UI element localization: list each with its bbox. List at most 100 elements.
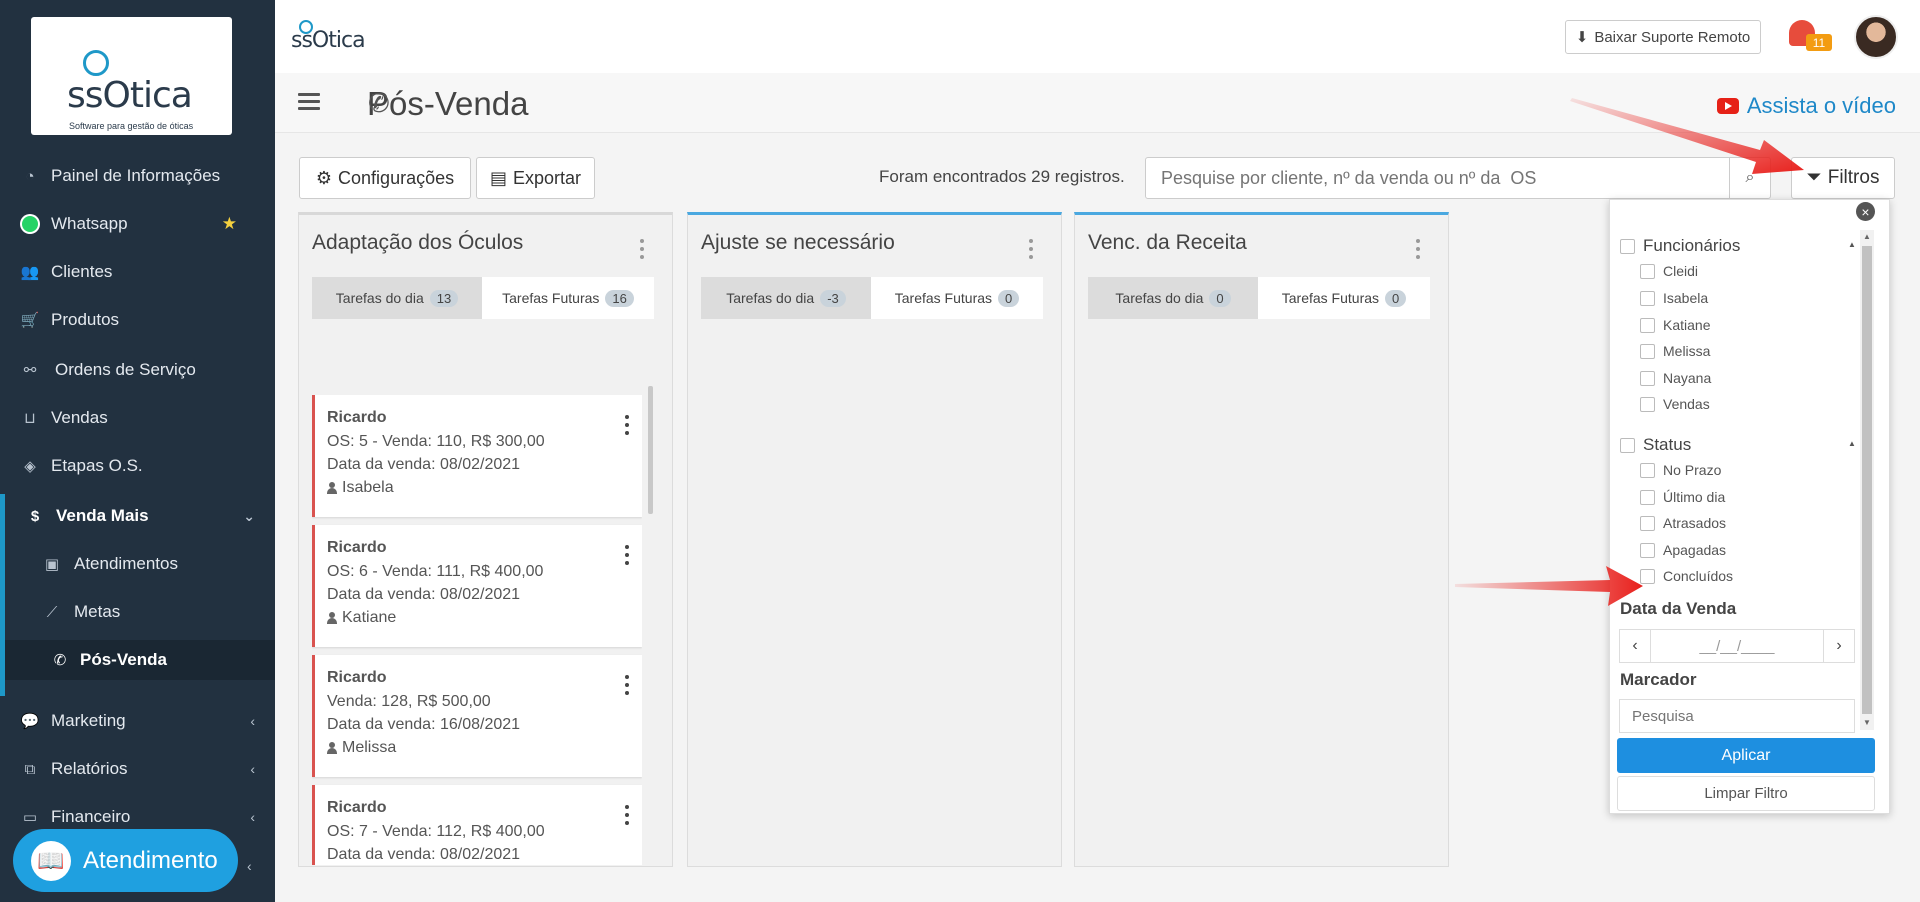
option-label: Apagadas [1663, 542, 1727, 558]
filter-option[interactable]: Apagadas [1640, 542, 1726, 558]
sidebar-item-metas[interactable]: ⟋ Metas [0, 592, 275, 632]
dollar-icon: $ [30, 507, 40, 525]
tab-tarefas-do-dia[interactable]: Tarefas do dia 0 [1088, 277, 1258, 319]
card-menu-icon[interactable] [624, 805, 630, 825]
sidebar-item-clientes[interactable]: 👥 Clientes [0, 252, 275, 292]
sidebar-item-marketing[interactable]: 💬 Marketing ‹ [0, 701, 275, 741]
filter-section-funcionarios[interactable]: Funcionários [1620, 236, 1740, 256]
checkbox[interactable] [1640, 290, 1655, 306]
filter-option[interactable]: Vendas [1640, 396, 1710, 412]
checkbox[interactable] [1640, 462, 1655, 478]
filter-option[interactable]: Katiane [1640, 317, 1710, 333]
filter-scrollbar[interactable]: ▲ ▼ [1860, 230, 1874, 730]
count-badge: 0 [1209, 289, 1231, 307]
sidebar-logo[interactable]: ssOtica Software para gestão de óticas [31, 17, 232, 135]
sidebar-item-painel[interactable]: ◔ Painel de Informações [0, 156, 275, 196]
search-button[interactable]: ⌕ [1729, 157, 1771, 199]
filter-option[interactable]: Cleidi [1640, 263, 1698, 279]
sidebar-item-whatsapp[interactable]: Whatsapp ★ [0, 204, 275, 244]
task-card[interactable]: Ricardo OS: 5 - Venda: 110, R$ 300,00 Da… [312, 395, 642, 517]
option-label: Isabela [1663, 290, 1709, 306]
chevron-right-icon[interactable]: › [1824, 630, 1854, 662]
sidebar-item-label: Relatórios [51, 759, 128, 778]
sidebar-item-ordens[interactable]: ⚯ Ordens de Serviço [0, 350, 275, 390]
checkbox[interactable] [1640, 396, 1655, 412]
sidebar-item-relatorios[interactable]: ⧉ Relatórios ‹ [0, 749, 275, 789]
sidebar-item-etapas[interactable]: ◈ Etapas O.S. [0, 446, 275, 486]
sidebar-item-produtos[interactable]: 🛒 Produtos [0, 300, 275, 340]
task-card[interactable]: Ricardo OS: 6 - Venda: 111, R$ 400,00 Da… [312, 525, 642, 647]
close-icon[interactable]: × [1856, 202, 1875, 221]
column-menu-icon[interactable] [639, 239, 645, 259]
tab-tarefas-do-dia[interactable]: Tarefas do dia 13 [312, 277, 482, 319]
suporte-remoto-button[interactable]: ⬇ Baixar Suporte Remoto [1565, 20, 1761, 54]
filter-option[interactable]: Concluídos [1640, 568, 1733, 584]
checkbox[interactable] [1620, 238, 1635, 254]
checkbox[interactable] [1640, 568, 1655, 584]
tab-tarefas-futuras[interactable]: Tarefas Futuras 16 [482, 277, 654, 319]
date-input[interactable]: __/__/____ [1650, 630, 1824, 662]
filter-section-status[interactable]: Status [1620, 435, 1691, 455]
topbar-logo[interactable]: ssOtica [291, 28, 366, 53]
checkbox[interactable] [1620, 437, 1635, 453]
filtros-button[interactable]: ⏷ Filtros [1791, 157, 1895, 199]
star-icon[interactable]: ★ [222, 214, 237, 234]
card-menu-icon[interactable] [624, 675, 630, 695]
card-sale-date: Data da venda: 08/02/2021 [327, 456, 521, 473]
users-icon: 👥 [20, 264, 40, 281]
checkbox[interactable] [1640, 370, 1655, 386]
scroll-up-icon[interactable]: ▲ [1863, 232, 1871, 241]
checkbox[interactable] [1640, 263, 1655, 279]
checkbox[interactable] [1640, 317, 1655, 333]
filter-option[interactable]: Isabela [1640, 290, 1708, 306]
card-menu-icon[interactable] [624, 415, 630, 435]
filter-option[interactable]: No Prazo [1640, 462, 1721, 478]
tab-tarefas-futuras[interactable]: Tarefas Futuras 0 [871, 277, 1043, 319]
sidebar-item-venda-mais[interactable]: $ Venda Mais ⌄ [0, 496, 275, 536]
cart-icon: 🛒 [20, 312, 40, 329]
watch-video-link[interactable]: Assista o vídeo [1716, 93, 1896, 119]
filter-option[interactable]: Atrasados [1640, 515, 1726, 531]
scroll-thumb[interactable] [1862, 246, 1872, 714]
checkbox[interactable] [1640, 343, 1655, 359]
caret-up-icon[interactable]: ▲ [1848, 240, 1856, 249]
option-label: Último dia [1663, 489, 1726, 505]
aplicar-button[interactable]: Aplicar [1617, 738, 1875, 773]
task-card[interactable]: Ricardo OS: 7 - Venda: 112, R$ 400,00 Da… [312, 785, 642, 865]
task-card[interactable]: Ricardo Venda: 128, R$ 500,00 Data da ve… [312, 655, 642, 777]
sidebar-item-atendimentos[interactable]: ▣ Atendimentos [0, 544, 275, 584]
sidebar-item-vendas[interactable]: ⊔ Vendas [0, 398, 275, 438]
atendimento-button[interactable]: 📖 Atendimento [13, 829, 238, 892]
checkbox[interactable] [1640, 489, 1655, 505]
search-input[interactable] [1145, 157, 1730, 199]
filter-option[interactable]: Melissa [1640, 343, 1710, 359]
filter-option[interactable]: Nayana [1640, 370, 1711, 386]
caret-up-icon[interactable]: ▲ [1848, 439, 1856, 448]
marcador-search-input[interactable] [1619, 699, 1855, 733]
avatar[interactable] [1854, 15, 1898, 59]
tab-tarefas-do-dia[interactable]: Tarefas do dia -3 [701, 277, 871, 319]
scroll-down-icon[interactable]: ▼ [1863, 718, 1871, 727]
card-menu-icon[interactable] [624, 545, 630, 565]
tab-tarefas-futuras[interactable]: Tarefas Futuras 0 [1258, 277, 1430, 319]
checkbox[interactable] [1640, 542, 1655, 558]
filter-option[interactable]: Último dia [1640, 489, 1725, 505]
column-menu-icon[interactable] [1028, 239, 1034, 259]
limpar-filtro-button[interactable]: Limpar Filtro [1617, 776, 1875, 811]
column-menu-icon[interactable] [1415, 239, 1421, 259]
filtros-label: Filtros [1827, 167, 1880, 188]
option-label: Concluídos [1663, 568, 1734, 584]
checkbox[interactable] [1640, 515, 1655, 531]
sidebar-item-label: Painel de Informações [51, 166, 221, 185]
sidebar-item-pos-venda[interactable]: ✆ Pós-Venda [5, 640, 275, 680]
column-title: Venc. da Receita [1088, 231, 1247, 254]
configuracoes-button[interactable]: ⚙ Configurações [299, 157, 471, 199]
sidebar-item-label: Whatsapp [51, 214, 128, 233]
sidebar-item-label: Marketing [51, 711, 126, 730]
tab-label: Tarefas do dia [335, 290, 424, 306]
tags-icon: ◈ [24, 458, 36, 475]
hamburger-menu-icon[interactable] [298, 93, 320, 111]
exportar-button[interactable]: ▤ Exportar [476, 157, 595, 199]
chevron-left-icon[interactable]: ‹ [1620, 630, 1650, 662]
column-scrollbar[interactable] [648, 386, 653, 514]
